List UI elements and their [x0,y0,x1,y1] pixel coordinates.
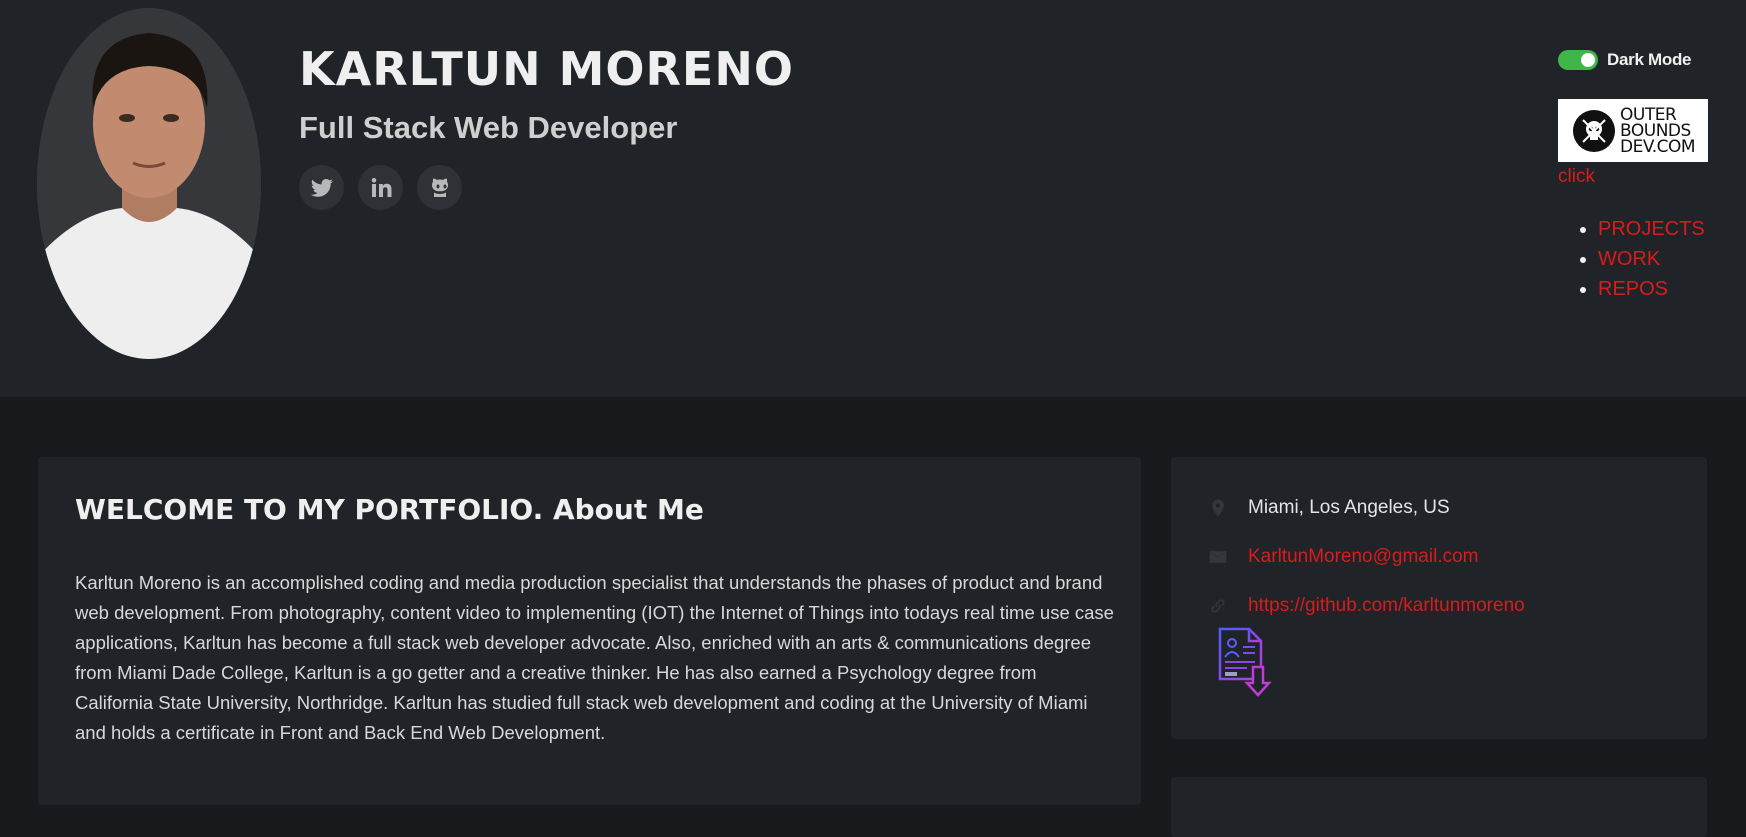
nav-item-work: WORK [1598,244,1705,274]
email-row: KarltunMoreno@gmail.com [1208,546,1479,568]
linkedin-link[interactable] [358,165,403,210]
link-icon [1211,599,1225,613]
nav-link-work[interactable]: WORK [1598,248,1660,270]
linkedin-icon [371,177,391,197]
nav-item-projects: PROJECTS [1598,214,1705,244]
envelope-icon [1209,551,1227,563]
github-icon [431,178,448,197]
social-links [299,165,462,210]
github-url-link[interactable]: https://github.com/karltunmoreno [1248,595,1525,616]
map-pin-icon [1212,499,1224,517]
resume-download-icon[interactable] [1217,627,1277,699]
switch-knob [1581,53,1595,67]
dark-mode-toggle[interactable]: Dark Mode [1558,50,1692,70]
skull-logo-icon [1573,109,1615,152]
nav-link-projects[interactable]: PROJECTS [1598,218,1705,240]
twitter-link[interactable] [299,165,344,210]
location-text: Miami, Los Angeles, US [1248,497,1450,518]
click-link[interactable]: click [1558,166,1595,188]
nav-item-repos: REPOS [1598,274,1705,304]
profile-header: KARLTUN MORENO Full Stack Web Developer … [0,0,1746,397]
nav-list: PROJECTS WORK REPOS [1578,214,1705,304]
dark-mode-switch[interactable] [1558,50,1598,70]
location-row: Miami, Los Angeles, US [1208,497,1450,519]
github-row: https://github.com/karltunmoreno [1208,595,1525,617]
github-link[interactable] [417,165,462,210]
about-card: WELCOME TO MY PORTFOLIO. About Me Karltu… [38,457,1141,805]
secondary-card [1171,777,1707,837]
nav-link-repos[interactable]: REPOS [1598,278,1668,300]
dark-mode-label: Dark Mode [1607,50,1692,69]
outer-bounds-logo[interactable]: OUTER BOUNDS DEV.COM [1558,99,1708,162]
about-body: Karltun Moreno is an accomplished coding… [75,572,1114,743]
twitter-icon [310,178,333,197]
logo-wordmark: OUTER BOUNDS DEV.COM [1620,106,1696,157]
contact-card: Miami, Los Angeles, US KarltunMoreno@gma… [1171,457,1707,739]
profile-photo [37,8,261,359]
email-link[interactable]: KarltunMoreno@gmail.com [1248,546,1479,567]
logo-line-3: DEV.COM [1620,136,1696,157]
profile-name: KARLTUN MORENO [299,42,794,96]
profile-title: Full Stack Web Developer [299,110,678,145]
about-heading: WELCOME TO MY PORTFOLIO. About Me [75,493,704,526]
